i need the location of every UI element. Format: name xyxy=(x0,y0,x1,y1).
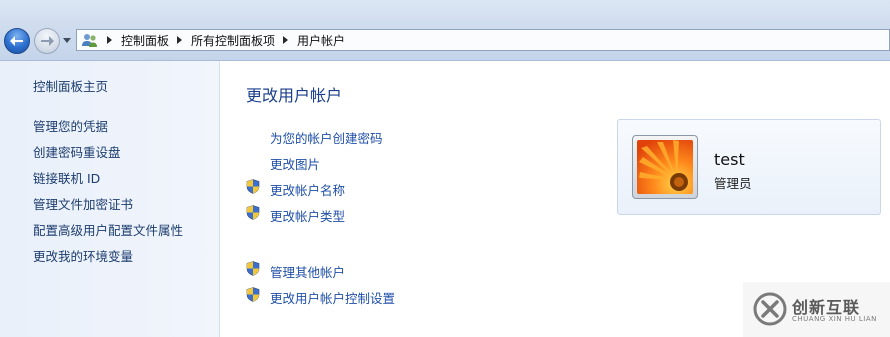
uac-shield-icon xyxy=(246,205,260,220)
sidebar-item-environment-variables[interactable]: 更改我的环境变量 xyxy=(33,246,133,265)
chevron-right-icon xyxy=(177,36,183,44)
breadcrumb-all-items[interactable]: 所有控制面板项 xyxy=(191,32,275,49)
forward-button[interactable] xyxy=(34,28,60,54)
sidebar-item-manage-credentials[interactable]: 管理您的凭据 xyxy=(33,116,108,135)
page-title: 更改用户帐户 xyxy=(246,86,343,105)
chevron-right-icon xyxy=(107,36,112,44)
account-role: 管理员 xyxy=(714,176,752,191)
change-account-name-link[interactable]: 更改帐户名称 xyxy=(270,180,345,199)
users-icon xyxy=(82,34,97,47)
uac-shield-icon xyxy=(246,287,260,302)
sidebar-item-control-panel-home[interactable]: 控制面板主页 xyxy=(33,76,108,95)
create-password-link[interactable]: 为您的帐户创建密码 xyxy=(270,128,383,147)
watermark: 创新互联 CHUANG XIN HU LIAN xyxy=(743,282,890,337)
change-account-type-link[interactable]: 更改帐户类型 xyxy=(270,206,345,225)
history-dropdown-icon[interactable] xyxy=(63,38,71,43)
uac-settings-link[interactable]: 更改用户帐户控制设置 xyxy=(270,288,395,307)
uac-shield-icon xyxy=(246,261,260,276)
address-bar-region: 控制面板 所有控制面板项 用户帐户 xyxy=(0,0,890,61)
watermark-subtext: CHUANG XIN HU LIAN xyxy=(792,315,877,323)
back-button[interactable] xyxy=(4,28,30,54)
flower-avatar-icon xyxy=(637,140,693,194)
sidebar-item-advanced-profile[interactable]: 配置高级用户配置文件属性 xyxy=(33,220,183,239)
breadcrumb[interactable]: 控制面板 所有控制面板项 用户帐户 xyxy=(76,29,890,51)
uac-shield-icon xyxy=(246,179,260,194)
sidebar-item-file-encryption-certs[interactable]: 管理文件加密证书 xyxy=(33,194,133,213)
sidebar-item-create-reset-disk[interactable]: 创建密码重设盘 xyxy=(33,142,121,161)
breadcrumb-user-accounts[interactable]: 用户帐户 xyxy=(297,32,345,49)
account-card: test 管理员 xyxy=(617,119,881,215)
manage-other-accounts-link[interactable]: 管理其他帐户 xyxy=(270,262,345,281)
sidebar-item-link-online-id[interactable]: 链接联机 ID xyxy=(33,168,100,187)
change-picture-link[interactable]: 更改图片 xyxy=(270,154,320,173)
account-name: test xyxy=(714,150,745,169)
avatar[interactable] xyxy=(632,135,698,199)
brand-logo-icon xyxy=(753,292,787,326)
chevron-right-icon xyxy=(283,36,289,44)
forward-arrow-icon xyxy=(41,36,54,46)
breadcrumb-control-panel[interactable]: 控制面板 xyxy=(121,32,169,49)
back-arrow-icon xyxy=(10,36,23,46)
